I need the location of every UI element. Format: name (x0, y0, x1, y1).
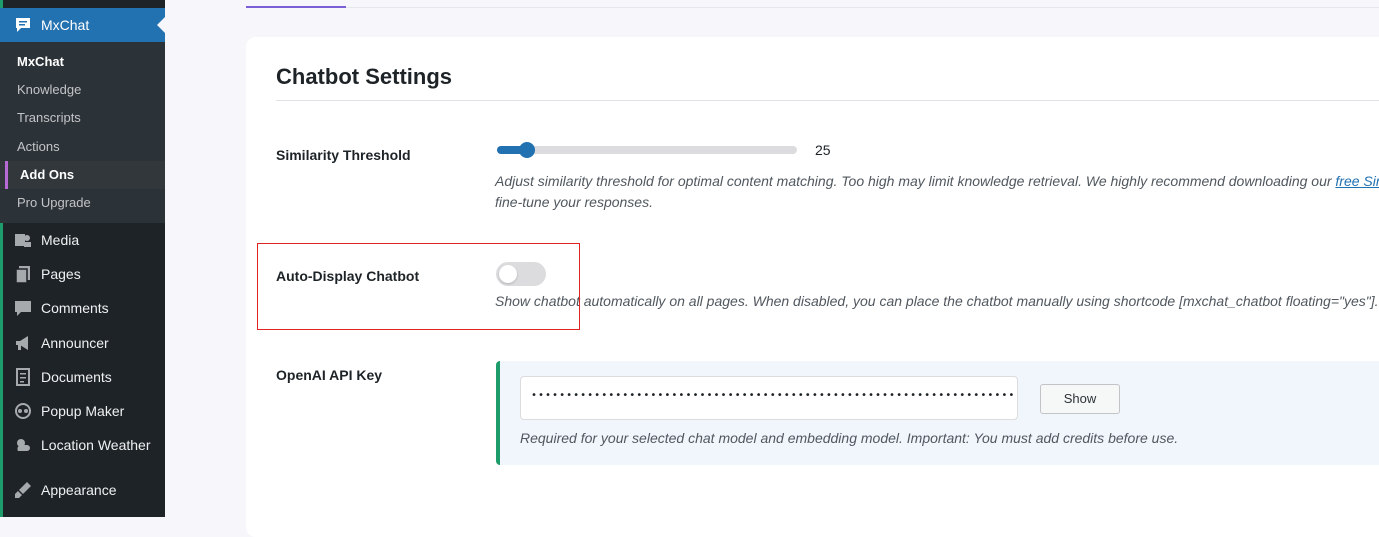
description-text-2: fine-tune your responses. (495, 194, 653, 210)
sidebar-item-label: Media (41, 232, 80, 248)
popup-maker-icon (13, 401, 33, 421)
api-key-panel: ••••••••••••••••••••••••••••••••••••••••… (496, 361, 1379, 465)
page-title: Chatbot Settings (276, 64, 452, 89)
chat-icon (13, 15, 33, 35)
appearance-icon (13, 480, 33, 500)
show-api-key-button[interactable]: Show (1040, 384, 1120, 414)
media-icon (13, 230, 33, 250)
weather-icon (13, 435, 33, 455)
auto-display-description: Show chatbot automatically on all pages.… (495, 293, 1379, 309)
mxchat-submenu: MxChat Knowledge Transcripts Actions Add… (0, 42, 165, 223)
description-text: Adjust similarity threshold for optimal … (495, 173, 1336, 189)
pages-icon (13, 264, 33, 284)
admin-sidebar: MxChat MxChat Knowledge Transcripts Acti… (0, 0, 165, 517)
similarity-threshold-description: Adjust similarity threshold for optimal … (495, 171, 1379, 213)
submenu-item-mxchat[interactable]: MxChat (17, 54, 64, 69)
highlight-box (257, 243, 580, 330)
sidebar-item-label: Comments (41, 300, 109, 316)
sidebar-item-label: MxChat (41, 17, 90, 33)
sidebar-item-location-weather[interactable]: Location Weather (0, 428, 165, 462)
sidebar-item-label: Pages (41, 266, 81, 282)
documents-icon (13, 367, 33, 387)
announcer-icon (13, 333, 33, 353)
sidebar-item-documents[interactable]: Documents (0, 360, 165, 394)
sidebar-item-announcer[interactable]: Announcer (0, 326, 165, 360)
submenu-item-knowledge[interactable]: Knowledge (17, 82, 81, 97)
active-tab-indicator (246, 6, 346, 8)
comments-icon (13, 298, 33, 318)
free-similarity-tool-link[interactable]: free Sim (1335, 173, 1379, 189)
submenu-item-transcripts[interactable]: Transcripts (17, 110, 81, 125)
title-divider (276, 100, 1379, 101)
sidebar-item-popup-maker[interactable]: Popup Maker (0, 394, 165, 428)
sidebar-item-mxchat[interactable]: MxChat (0, 8, 165, 42)
similarity-threshold-slider[interactable] (497, 142, 797, 158)
submenu-item-actions[interactable]: Actions (17, 139, 60, 154)
active-arrow (157, 17, 165, 33)
slider-thumb[interactable] (519, 142, 535, 158)
sidebar-item-comments[interactable]: Comments (0, 291, 165, 325)
similarity-threshold-value: 25 (815, 142, 831, 158)
submenu-item-add-ons[interactable]: Add Ons (20, 167, 74, 182)
sidebar-item-label: Location Weather (41, 437, 151, 453)
submenu-item-pro-upgrade[interactable]: Pro Upgrade (17, 195, 91, 210)
sidebar-item-appearance[interactable]: Appearance (0, 473, 165, 507)
similarity-threshold-label: Similarity Threshold (276, 147, 411, 163)
sidebar-item-media[interactable]: Media (0, 223, 165, 257)
openai-api-key-label: OpenAI API Key (276, 367, 383, 383)
submenu-hover-bar (5, 161, 8, 189)
api-key-description: Required for your selected chat model an… (520, 430, 1179, 446)
openai-api-key-input[interactable]: ••••••••••••••••••••••••••••••••••••••••… (520, 376, 1018, 420)
sidebar-item-label: Announcer (41, 335, 109, 351)
sidebar-item-label: Popup Maker (41, 403, 125, 419)
sidebar-item-label: Documents (41, 369, 112, 385)
sidebar-item-pages[interactable]: Pages (0, 257, 165, 291)
sidebar-item-label: Appearance (41, 482, 117, 498)
tab-bar-border (346, 7, 1379, 8)
